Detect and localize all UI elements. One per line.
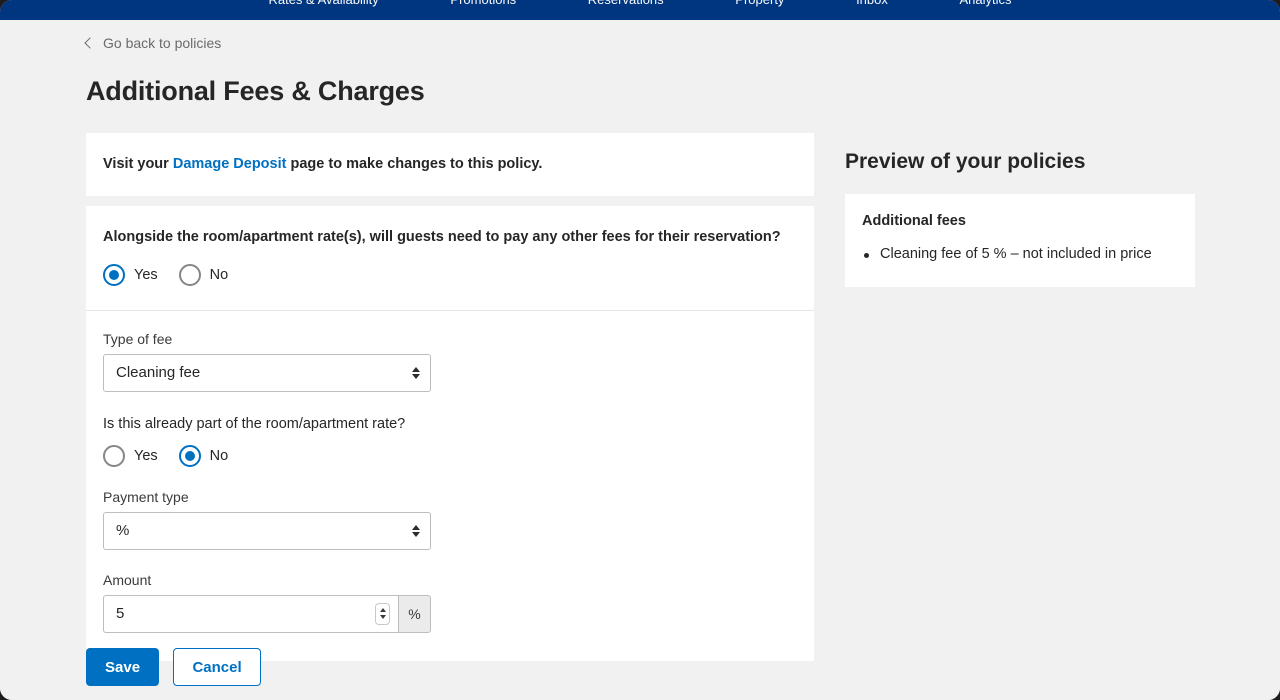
- go-back-to-policies-link[interactable]: Go back to policies: [84, 35, 222, 51]
- nav-item-4[interactable]: Inbox: [856, 0, 888, 7]
- amount-suffix: %: [398, 594, 431, 633]
- number-stepper-icon[interactable]: [375, 602, 390, 625]
- included-radio-no[interactable]: No: [178, 444, 229, 467]
- preview-heading: Additional fees: [862, 213, 966, 229]
- amount-label: Amount: [103, 571, 152, 588]
- page-content: Go back to policies Additional Fees & Ch…: [0, 20, 1280, 700]
- type-of-fee-select-wrapper[interactable]: Cleaning fee: [103, 353, 431, 392]
- list-item: Cleaning fee of 5 % – not included in pr…: [864, 245, 1178, 265]
- radio-indicator-included-yes[interactable]: [103, 444, 125, 467]
- damage-deposit-link[interactable]: Damage Deposit: [173, 156, 287, 172]
- save-button[interactable]: Save: [86, 648, 160, 686]
- preview-list: Cleaning fee of 5 % – not included in pr…: [862, 245, 1178, 265]
- main-radio-yes-label: Yes: [134, 266, 158, 283]
- radio-indicator-no[interactable]: [178, 263, 201, 286]
- chevron-left-icon: [84, 37, 96, 49]
- radio-indicator-included-no[interactable]: [178, 444, 201, 467]
- type-of-fee-select[interactable]: Cleaning fee: [103, 353, 431, 392]
- amount-field-group: 5 %: [103, 594, 431, 633]
- included-question-label: Is this already part of the room/apartme…: [103, 415, 406, 432]
- main-question-label: Alongside the room/apartment rate(s), wi…: [103, 228, 781, 245]
- page-title: Additional Fees & Charges: [86, 76, 425, 106]
- included-radio-yes-label: Yes: [134, 447, 158, 464]
- type-of-fee-label: Type of fee: [103, 330, 173, 347]
- main-radio-yes[interactable]: Yes: [103, 263, 158, 286]
- back-link-label: Go back to policies: [103, 35, 222, 51]
- included-radio-yes[interactable]: Yes: [103, 444, 158, 467]
- main-radio-no[interactable]: No: [178, 263, 229, 286]
- main-radio-no-label: No: [209, 266, 229, 283]
- nav-item-3[interactable]: Property: [735, 0, 784, 7]
- additional-fees-card: Alongside the room/apartment rate(s), wi…: [86, 205, 814, 661]
- payment-type-select-wrapper[interactable]: %: [103, 511, 431, 550]
- form-actions: Save Cancel: [86, 648, 262, 686]
- radio-indicator-yes[interactable]: [103, 263, 125, 286]
- cancel-button[interactable]: Cancel: [173, 648, 262, 686]
- banner-prefix: Visit your: [103, 156, 173, 172]
- app-header-nav: Rates & Availability Promotions Reservat…: [0, 0, 1280, 10]
- included-radio-no-label: No: [209, 447, 229, 464]
- preview-title: Preview of your policies: [845, 150, 1086, 173]
- nav-item-2[interactable]: Reservations: [588, 0, 664, 7]
- nav-item-5[interactable]: Analytics: [960, 0, 1012, 7]
- included-radio-group: Yes No: [103, 444, 797, 467]
- nav-item-1[interactable]: Promotions: [450, 0, 516, 7]
- banner-suffix: page to make changes to this policy.: [286, 156, 543, 172]
- amount-input[interactable]: 5: [103, 594, 398, 633]
- form-column: Visit your Damage Deposit page to make c…: [86, 133, 814, 661]
- app-header-bar: Rates & Availability Promotions Reservat…: [0, 0, 1280, 20]
- browser-window: Rates & Availability Promotions Reservat…: [0, 0, 1280, 700]
- preview-column: Preview of your policies Additional fees…: [845, 150, 1195, 287]
- payment-type-select[interactable]: %: [103, 511, 431, 550]
- main-question-section: Alongside the room/apartment rate(s), wi…: [86, 206, 814, 311]
- policy-info-banner: Visit your Damage Deposit page to make c…: [86, 133, 814, 196]
- payment-type-label: Payment type: [103, 488, 189, 505]
- preview-card: Additional fees Cleaning fee of 5 % – no…: [845, 194, 1195, 287]
- nav-item-0[interactable]: Rates & Availability: [268, 0, 378, 7]
- main-question-radio-group: Yes No: [103, 263, 797, 286]
- fee-details-section: Type of fee Cleaning fee Is this already…: [86, 311, 814, 661]
